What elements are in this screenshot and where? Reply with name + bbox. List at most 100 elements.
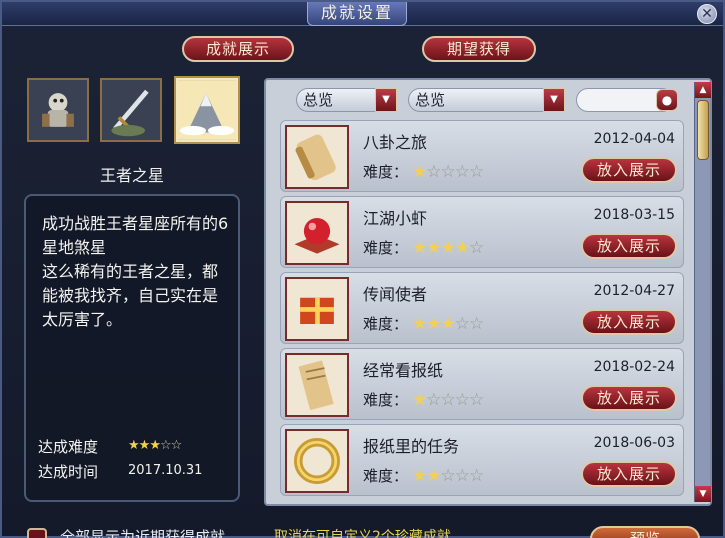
scroll-down-icon[interactable]: ▼ <box>695 486 711 502</box>
item-date: 2012-04-27 <box>593 283 675 299</box>
category-filter-dropdown[interactable]: 总览 ▼ <box>296 88 397 112</box>
selected-achievement-name: 王者之星 <box>99 166 164 185</box>
tab-expected-obtain[interactable]: 期望获得 <box>422 36 536 62</box>
chevron-down-icon[interactable]: ▼ <box>375 88 397 112</box>
item-name: 江湖小虾 <box>363 209 428 228</box>
difficulty-stars: ★★☆☆☆ <box>412 466 484 486</box>
item-difficulty: 难度： ★★☆☆☆ <box>363 465 484 486</box>
scroll-icon <box>285 125 349 189</box>
star-empty-icon: ☆ <box>440 466 456 486</box>
add-to-display-button[interactable]: 放入展示 <box>581 309 677 335</box>
difficulty-label: 难度： <box>363 391 409 409</box>
category-filter-value: 总览 <box>303 91 334 109</box>
difficulty-stars: ★★★☆☆ <box>412 314 484 334</box>
list-item[interactable]: 经常看报纸 2018-02-24 难度： ★☆☆☆☆ 放入展示 <box>280 348 684 420</box>
tab-achievement-display[interactable]: 成就展示 <box>182 36 294 62</box>
difficulty-stars: ★★★☆☆ <box>128 436 182 456</box>
add-to-display-button[interactable]: 放入展示 <box>581 461 677 487</box>
star-filled-icon: ★ <box>412 238 427 258</box>
item-name: 传闻使者 <box>363 285 428 304</box>
sub-filter-value: 总览 <box>415 91 446 109</box>
achievement-settings-window: 成就设置 ✕ 成就展示 期望获得 王者之星 成功战胜王者星座所有的6星地煞星 这… <box>0 0 725 538</box>
chevron-down-icon[interactable]: ▼ <box>543 88 565 112</box>
star-empty-icon: ☆ <box>454 466 470 486</box>
star-filled-icon: ★ <box>454 238 470 258</box>
difficulty-stars: ★☆☆☆☆ <box>412 162 484 182</box>
newspaper-icon <box>285 353 349 417</box>
item-date: 2018-06-03 <box>593 435 675 451</box>
add-to-display-button[interactable]: 放入展示 <box>581 385 677 411</box>
difficulty-stars: ★☆☆☆☆ <box>412 390 484 410</box>
star-empty-icon: ☆ <box>469 466 484 486</box>
star-empty-icon: ☆ <box>426 162 441 182</box>
time-row: 达成时间 2017.10.31 <box>38 461 234 481</box>
list-item[interactable]: 报纸里的任务 2018-06-03 难度： ★★☆☆☆ 放入展示 <box>280 424 684 496</box>
item-difficulty: 难度： ★☆☆☆☆ <box>363 161 484 182</box>
time-value: 2017.10.31 <box>128 463 203 478</box>
star-filled-icon: ★ <box>128 438 140 453</box>
close-icon[interactable]: ✕ <box>697 4 717 24</box>
achievement-description: 成功战胜王者星座所有的6星地煞星 这么稀有的王者之星，都能被我找齐，自己实在是太… <box>42 212 232 332</box>
difficulty-label: 难度： <box>363 163 409 181</box>
preview-button[interactable]: 预览 <box>590 526 700 538</box>
add-to-display-button[interactable]: 放入展示 <box>581 157 677 183</box>
show-recent-checkbox[interactable] <box>27 528 47 538</box>
sub-filter-dropdown[interactable]: 总览 ▼ <box>408 88 565 112</box>
star-empty-icon: ☆ <box>426 390 441 410</box>
list-item[interactable]: 传闻使者 2012-04-27 难度： ★★★☆☆ 放入展示 <box>280 272 684 344</box>
star-filled-icon: ★ <box>412 314 427 334</box>
star-filled-icon: ★ <box>426 314 441 334</box>
custom-hint: 取消在可自定义2个珍藏成就 <box>274 529 451 538</box>
window-title: 成就设置 <box>307 2 407 26</box>
star-empty-icon: ☆ <box>454 162 470 182</box>
item-name: 经常看报纸 <box>363 361 444 380</box>
filter-row: 总览 ▼ 总览 ▼ ● <box>296 88 678 112</box>
difficulty-label: 达成难度 <box>38 438 99 456</box>
star-filled-icon: ★ <box>426 466 441 486</box>
star-empty-icon: ☆ <box>440 162 456 182</box>
scroll-up-icon[interactable]: ▲ <box>695 82 711 98</box>
difficulty-label: 难度： <box>363 239 409 257</box>
achievement-list-panel: 总览 ▼ 总览 ▼ ● 八卦之旅 2012-04-04 难度： ★☆☆☆☆ 放入展示 江湖… <box>264 78 712 506</box>
item-date: 2018-03-15 <box>593 207 675 223</box>
time-label: 达成时间 <box>38 463 99 481</box>
star-filled-icon: ★ <box>149 438 161 453</box>
star-empty-icon: ☆ <box>469 162 484 182</box>
search-icon[interactable]: ● <box>656 89 678 111</box>
star-empty-icon: ☆ <box>454 390 470 410</box>
list-item[interactable]: 江湖小虾 2018-03-15 难度： ★★★★☆ 放入展示 <box>280 196 684 268</box>
item-name: 报纸里的任务 <box>363 437 460 456</box>
description-text: 成功战胜王者星座所有的6星地煞星 这么稀有的王者之星，都能被我找齐，自己实在是太… <box>42 214 229 329</box>
item-name: 八卦之旅 <box>363 133 428 152</box>
star-empty-icon: ☆ <box>469 238 484 258</box>
item-date: 2012-04-04 <box>593 131 675 147</box>
item-date: 2018-02-24 <box>593 359 675 375</box>
difficulty-label: 难度： <box>363 315 409 333</box>
add-to-display-button[interactable]: 放入展示 <box>581 233 677 259</box>
star-empty-icon: ☆ <box>469 390 484 410</box>
difficulty-row: 达成难度 ★★★☆☆ <box>38 436 234 456</box>
list-item[interactable]: 八卦之旅 2012-04-04 难度： ★☆☆☆☆ 放入展示 <box>280 120 684 192</box>
scrollbar[interactable]: ▲ ▼ <box>694 82 711 502</box>
star-empty-icon: ☆ <box>159 438 172 453</box>
difficulty-label: 难度： <box>363 467 409 485</box>
star-empty-icon: ☆ <box>454 314 470 334</box>
achievement-description-panel: 成功战胜王者星座所有的6星地煞星 这么稀有的王者之星，都能被我找齐，自己实在是太… <box>24 194 240 502</box>
red-box-icon <box>285 277 349 341</box>
item-difficulty: 难度： ★☆☆☆☆ <box>363 389 484 410</box>
gold-ring-icon <box>285 429 349 493</box>
star-empty-icon: ☆ <box>440 390 456 410</box>
difficulty-stars: ★★★★☆ <box>412 238 484 258</box>
mech-figure-icon[interactable] <box>27 78 89 142</box>
star-filled-icon: ★ <box>440 314 456 334</box>
item-difficulty: 难度： ★★★★☆ <box>363 237 484 258</box>
star-filled-icon: ★ <box>426 238 441 258</box>
mountain-icon[interactable] <box>176 78 238 142</box>
star-filled-icon: ★ <box>412 162 427 182</box>
star-filled-icon: ★ <box>440 238 456 258</box>
sword-icon[interactable] <box>100 78 162 142</box>
scroll-thumb[interactable] <box>697 100 709 160</box>
star-filled-icon: ★ <box>138 438 151 453</box>
item-difficulty: 难度： ★★★☆☆ <box>363 313 484 334</box>
star-empty-icon: ☆ <box>469 314 484 334</box>
